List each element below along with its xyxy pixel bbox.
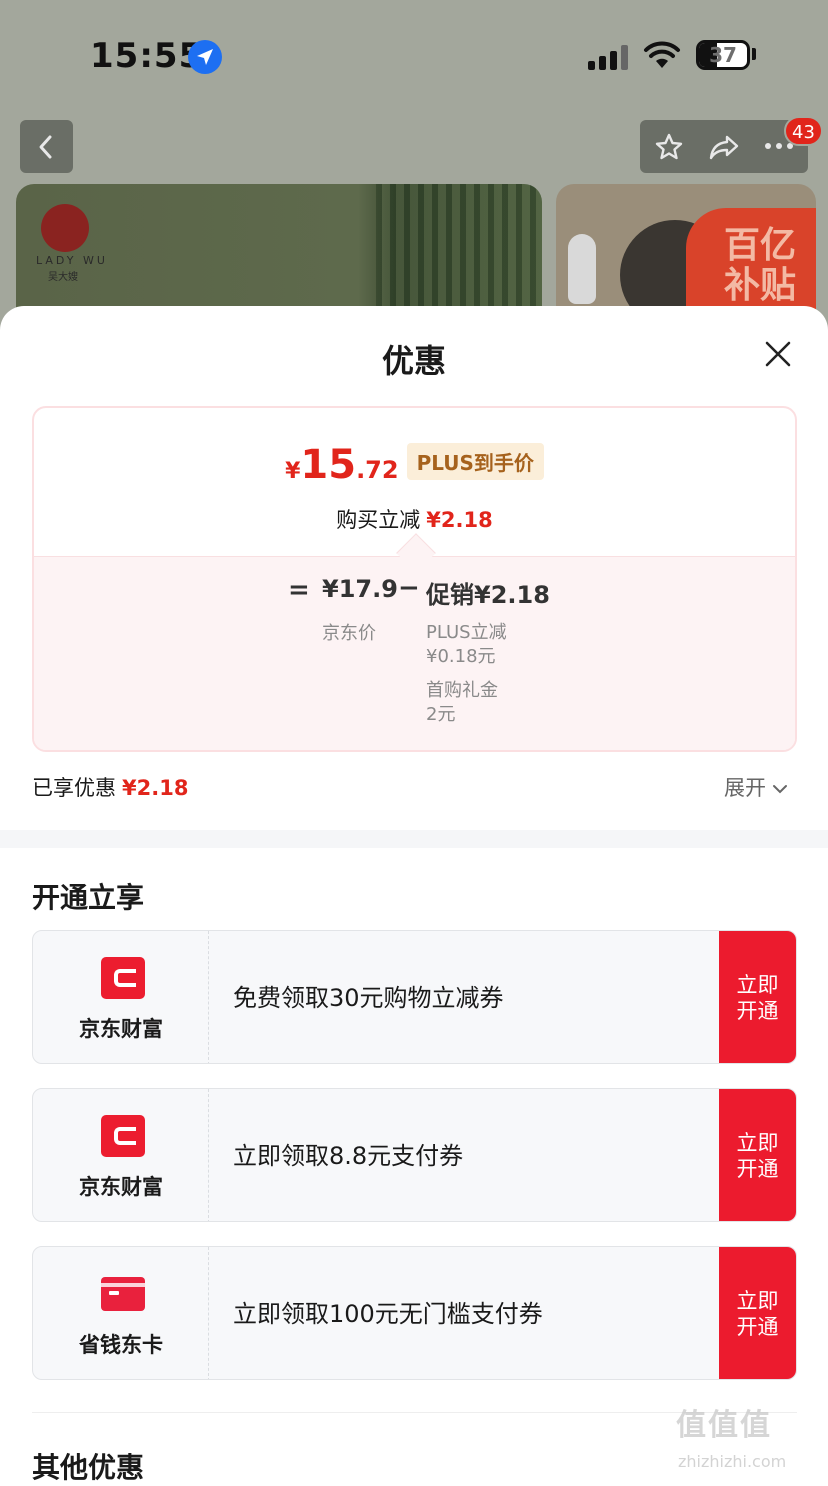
price-card: ¥15.72 PLUS到手价 购买立减 ¥2.18 = ¥17.9 − 促销¥2.1… (32, 406, 797, 752)
promo-item-value: 2元 (426, 704, 456, 725)
offer-brand-name: 京东财富 (79, 1017, 163, 1041)
top-action-bar (640, 120, 808, 173)
offer-brand: 京东财富 (33, 1089, 209, 1221)
enjoyed-amount: ¥2.18 (122, 776, 189, 800)
equals-sign: = (288, 575, 310, 605)
activate-button[interactable]: 立即开通 (719, 1247, 796, 1379)
battery-icon: 37 (696, 40, 750, 70)
offer-brand-name: 省钱东卡 (79, 1333, 163, 1357)
enjoyed-label: 已享优惠 (32, 776, 116, 800)
offer-brand: 京东财富 (33, 931, 209, 1063)
jd-wealth-icon (101, 1115, 145, 1157)
back-button[interactable] (20, 120, 73, 173)
final-price: ¥15.72 (285, 442, 399, 488)
watermark-url: zhizhizhi.com (678, 1452, 787, 1471)
share-icon[interactable] (708, 132, 740, 162)
background-page: 15:55 37 43 LADY WU 吴大嫂 百亿补贴 (0, 0, 828, 344)
final-price-row: ¥15.72 PLUS到手价 (34, 442, 795, 488)
expand-button[interactable]: 展开 (724, 772, 788, 802)
chevron-down-icon (773, 785, 787, 794)
promo-item-plus: PLUS立减 ¥0.18元 (426, 621, 507, 669)
status-bar: 15:55 37 (0, 0, 828, 110)
discount-sheet: 优惠 ¥15.72 PLUS到手价 购买立减 ¥2.18 = ¥17.9 − 促销¥… (0, 306, 828, 1486)
chevron-left-icon (39, 135, 52, 159)
expand-label: 展开 (724, 776, 766, 800)
close-icon (765, 341, 791, 367)
brand-logo (41, 204, 89, 252)
price-breakdown: = ¥17.9 − 促销¥2.18 京东价 PLUS立减 ¥0.18元 首购礼金… (34, 556, 795, 750)
activate-button[interactable]: 立即开通 (719, 931, 796, 1063)
price-integer: 15 (300, 442, 357, 488)
purchase-reduction: 购买立减 ¥2.18 (34, 504, 795, 534)
jd-price: ¥17.9 (322, 575, 398, 603)
promotion-total: 促销¥2.18 (426, 581, 550, 609)
offer-brand: 省钱东卡 (33, 1247, 209, 1379)
activate-button[interactable]: 立即开通 (719, 1089, 796, 1221)
price-decimal: .72 (356, 456, 399, 484)
subsidy-badge-text: 百亿补贴 (724, 225, 797, 306)
promo-item-label: 首购礼金 (426, 680, 498, 701)
brand-logo-sub: 吴大嫂 (48, 272, 78, 283)
minus-sign: − (398, 573, 420, 603)
reduction-amount: ¥2.18 (426, 508, 493, 532)
section-divider (0, 830, 828, 848)
offer-description: 免费领取30元购物立减券 (233, 984, 504, 1012)
status-time: 15:55 (90, 36, 204, 76)
price-currency: ¥ (285, 459, 301, 484)
jd-wealth-icon (101, 957, 145, 999)
brand-logo-text: LADY WU (36, 254, 108, 267)
close-button[interactable] (760, 336, 796, 372)
enjoyed-discount: 已享优惠 ¥2.18 (32, 772, 188, 802)
promo-item-first-purchase: 首购礼金 2元 (426, 679, 498, 727)
savings-card-icon (101, 1277, 145, 1311)
location-arrow-icon (188, 40, 222, 74)
offer-card[interactable]: 京东财富 免费领取30元购物立减券 立即开通 (32, 930, 797, 1064)
open-section-title: 开通立享 (32, 881, 145, 914)
wifi-icon (643, 40, 681, 74)
jd-price-label: 京东价 (322, 623, 376, 644)
other-section-title: 其他优惠 (32, 1451, 145, 1484)
promo-item-label: PLUS立减 (426, 622, 507, 643)
plus-price-badge: PLUS到手价 (406, 443, 544, 480)
promo-item-value: ¥0.18元 (426, 646, 496, 667)
star-icon[interactable] (654, 132, 684, 162)
notification-badge: 43 (784, 116, 823, 146)
battery-cap (752, 48, 756, 60)
offer-card[interactable]: 京东财富 立即领取8.8元支付券 立即开通 (32, 1088, 797, 1222)
battery-level: 37 (709, 43, 737, 67)
reduction-label: 购买立减 (336, 508, 421, 532)
offer-description: 立即领取8.8元支付券 (233, 1142, 464, 1170)
cellular-signal-icon (588, 44, 630, 70)
spoon-image (568, 234, 596, 304)
offer-brand-name: 京东财富 (79, 1175, 163, 1199)
sheet-title: 优惠 (381, 342, 446, 380)
watermark: 值值值 (676, 1408, 772, 1443)
offer-card[interactable]: 省钱东卡 立即领取100元无门槛支付券 立即开通 (32, 1246, 797, 1380)
offer-description: 立即领取100元无门槛支付券 (233, 1300, 543, 1328)
